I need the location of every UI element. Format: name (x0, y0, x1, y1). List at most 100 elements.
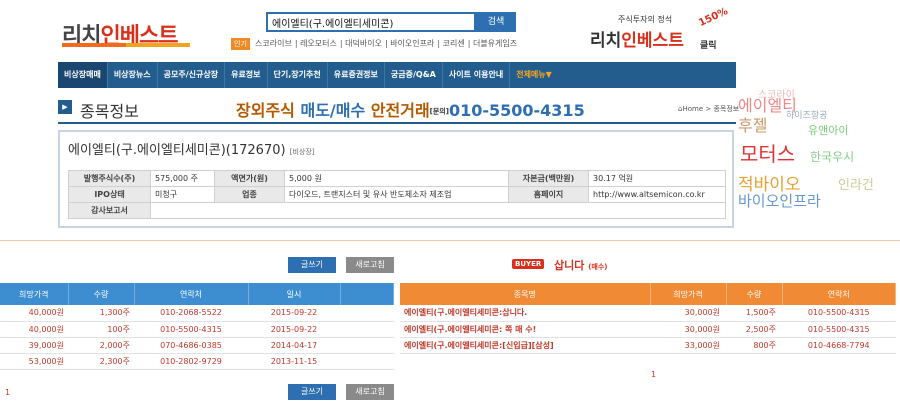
info-value: 575,000 주 (150, 170, 215, 187)
table-header: 종목명 희망가격 수량 연락처 (400, 283, 896, 305)
table-header: 희망가격 수량 연락처 일시 (0, 283, 394, 305)
promo-banner[interactable]: 장외주식 매도/매수 안전거래[문의]010-5500-4315 (236, 97, 585, 121)
title-link[interactable]: 에이엘티(구.에이엘티세미콘:[신입급][삼성] (400, 337, 650, 354)
page-title: 종목정보 (80, 102, 139, 121)
table-row[interactable]: 40,000원 1,300주 010-2068-5522 2015-09-22 (0, 305, 394, 322)
hot-link[interactable]: 코리센 (443, 39, 465, 48)
title-link[interactable]: 에이엘티(구.에이엘티세미콘:삽니다. (400, 305, 650, 322)
sell-table: 희망가격 수량 연락처 일시 40,000원 1,300주 010-2068-5… (0, 283, 394, 370)
nav-item-paid-info[interactable]: 유료정보 (225, 62, 268, 88)
section-divider (0, 240, 900, 241)
col-header: 종목명 (400, 283, 651, 305)
contact-cell: 070-4686-0385 (134, 337, 248, 354)
refresh-button-top[interactable]: 새로고침 (346, 257, 394, 273)
buyer-badge: BUYER (512, 259, 545, 269)
table-row[interactable]: 39,000원 2,000주 070-4686-0385 2014-04-17 (0, 337, 394, 354)
contact-cell: 010-2068-5522 (134, 305, 248, 322)
hot-link[interactable]: 대덕바이오 (345, 39, 382, 48)
table-row[interactable]: 에이엘티(구.에이엘티세미콘:[신입급][삼성] 33,000원 800주 01… (400, 337, 896, 354)
breadcrumb-text[interactable]: Home > 종목정보 (682, 105, 739, 113)
qty-cell: 2,500주 (726, 321, 782, 338)
stock-word-cloud: 스코라이 에이엘티 하이즈항공 후젤 유앤아이 모터스 한국우시 적바이오 인라… (738, 84, 900, 214)
nav-item-all-menu[interactable]: 전체메뉴▼ (510, 62, 558, 88)
buy-title-text: 삽니다 (554, 259, 585, 272)
cloud-word[interactable]: 후젤 (738, 112, 767, 136)
price-cell: 33,000원 (650, 337, 726, 354)
cloud-word[interactable]: 유앤아이 (808, 122, 848, 138)
ad-tagline: 주식투자의 정석 (618, 15, 673, 24)
empty-cell (340, 337, 394, 354)
banner-small: [문의] (429, 107, 449, 116)
col-header: 수량 (726, 283, 783, 305)
breadcrumb: ⌂Home > 종목정보 (678, 104, 739, 114)
nav-item-paid-securities[interactable]: 유료증권정보 (328, 62, 385, 88)
price-cell: 30,000원 (650, 305, 726, 322)
hot-link[interactable]: 스코라이브 (255, 39, 292, 48)
ad-percent: 150% (697, 5, 730, 30)
table-row[interactable]: 40,000원 100주 010-5500-4315 2015-09-22 (0, 321, 394, 338)
contact-cell: 010-5500-4315 (782, 321, 896, 338)
empty-cell (340, 353, 394, 370)
main-nav: 비상장매매 비상장뉴스 공모주/신규상장 유료정보 단기,장기추천 유료증권정보… (58, 62, 736, 88)
title-link[interactable]: 에이엘티(구.에이엘티세미콘: 쪽 매 수! (400, 321, 650, 338)
search-button[interactable]: 검색 (476, 12, 516, 32)
listing-tag: [비상장] (289, 148, 315, 156)
hot-link[interactable]: 레오모터스 (300, 39, 337, 48)
date-cell: 2013-11-15 (248, 353, 340, 370)
write-button-top[interactable]: 글쓰기 (288, 257, 336, 273)
buy-section-title: 삽니다 (매수) (554, 257, 608, 273)
write-button-bottom[interactable]: 글쓰기 (288, 384, 336, 400)
col-header: 희망가격 (0, 283, 69, 305)
cloud-word[interactable]: 한국우시 (810, 148, 854, 165)
qty-cell: 2,000주 (68, 337, 134, 354)
nav-item-qna[interactable]: 궁금증/Q&A (385, 62, 443, 88)
col-header: 일시 (248, 283, 341, 305)
hot-link[interactable]: 바이오인프라 (390, 39, 434, 48)
cloud-word[interactable]: 하이즈항공 (786, 108, 827, 121)
banner-phone: 010-5500-4315 (448, 101, 585, 120)
sell-page-number[interactable]: 1 (5, 388, 10, 397)
nav-item-recommend[interactable]: 단기,장기추천 (268, 62, 328, 88)
col-header-empty (340, 283, 394, 305)
nav-item-otc-news[interactable]: 비상장뉴스 (108, 62, 158, 88)
price-cell: 30,000원 (650, 321, 726, 338)
cloud-word[interactable]: 모터스 (740, 138, 795, 167)
qty-cell: 2,300주 (68, 353, 134, 370)
info-value: 미청구 (150, 186, 215, 203)
contact-cell: 010-2802-9729 (134, 353, 248, 370)
hot-badge: 인기 (231, 38, 250, 50)
table-row[interactable]: 에이엘티(구.에이엘티세미콘: 쪽 매 수! 30,000원 2,500주 01… (400, 321, 896, 338)
cloud-word[interactable]: 인라건 (838, 174, 874, 193)
ad-logo-part-a: 리치 (590, 31, 622, 51)
contact-cell: 010-4668-7794 (782, 337, 896, 354)
ad-logo: 리치인베스트 (590, 26, 684, 51)
hot-links: 스코라이브 | 레오모터스 | 대덕바이오 | 바이오인프라 | 코리센 | 더블유게임즈 (255, 39, 518, 48)
qty-cell: 800주 (726, 337, 782, 354)
info-value: 30.17 억원 (588, 170, 726, 187)
qty-cell: 1,300주 (68, 305, 134, 322)
title-divider (58, 122, 736, 124)
audit-report-value (150, 202, 726, 219)
contact-cell: 010-5500-4315 (782, 305, 896, 322)
info-value: 5,000 원 (284, 170, 509, 187)
info-value: 다이오드, 트랜지스터 및 유사 반도체소자 제조업 (284, 186, 509, 203)
nav-item-guide[interactable]: 사이트 이용안내 (443, 62, 511, 88)
hot-link[interactable]: 더블유게임즈 (473, 39, 517, 48)
banner-text-c: 안전거래 (370, 101, 430, 120)
qty-cell: 100주 (68, 321, 134, 338)
table-row[interactable]: 에이엘티(구.에이엘티세미콘:삽니다. 30,000원 1,500주 010-5… (400, 305, 896, 322)
date-cell: 2015-09-22 (248, 305, 340, 322)
search-input[interactable] (266, 12, 476, 32)
table-row[interactable]: 53,000원 2,300주 010-2802-9729 2013-11-15 (0, 353, 394, 370)
info-label: 홈페이지 (508, 186, 589, 203)
refresh-button-bottom[interactable]: 새로고침 (346, 384, 394, 400)
cloud-word[interactable]: 바이오인프라 (738, 190, 821, 211)
homepage-link[interactable]: http://www.altsemicon.co.kr (588, 186, 726, 203)
col-header: 희망가격 (650, 283, 727, 305)
buy-page-number[interactable]: 1 (651, 370, 656, 379)
company-name: 에이엘티(구.에이엘티세미콘)(172670) [비상장] (68, 139, 315, 158)
nav-item-ipo[interactable]: 공모주/신규상장 (158, 62, 226, 88)
col-header: 연락처 (782, 283, 896, 305)
ad-banner-top[interactable]: 주식투자의 정석 리치인베스트 150% 클릭 (590, 6, 730, 54)
nav-item-otc-trade[interactable]: 비상장매매 (58, 62, 108, 88)
